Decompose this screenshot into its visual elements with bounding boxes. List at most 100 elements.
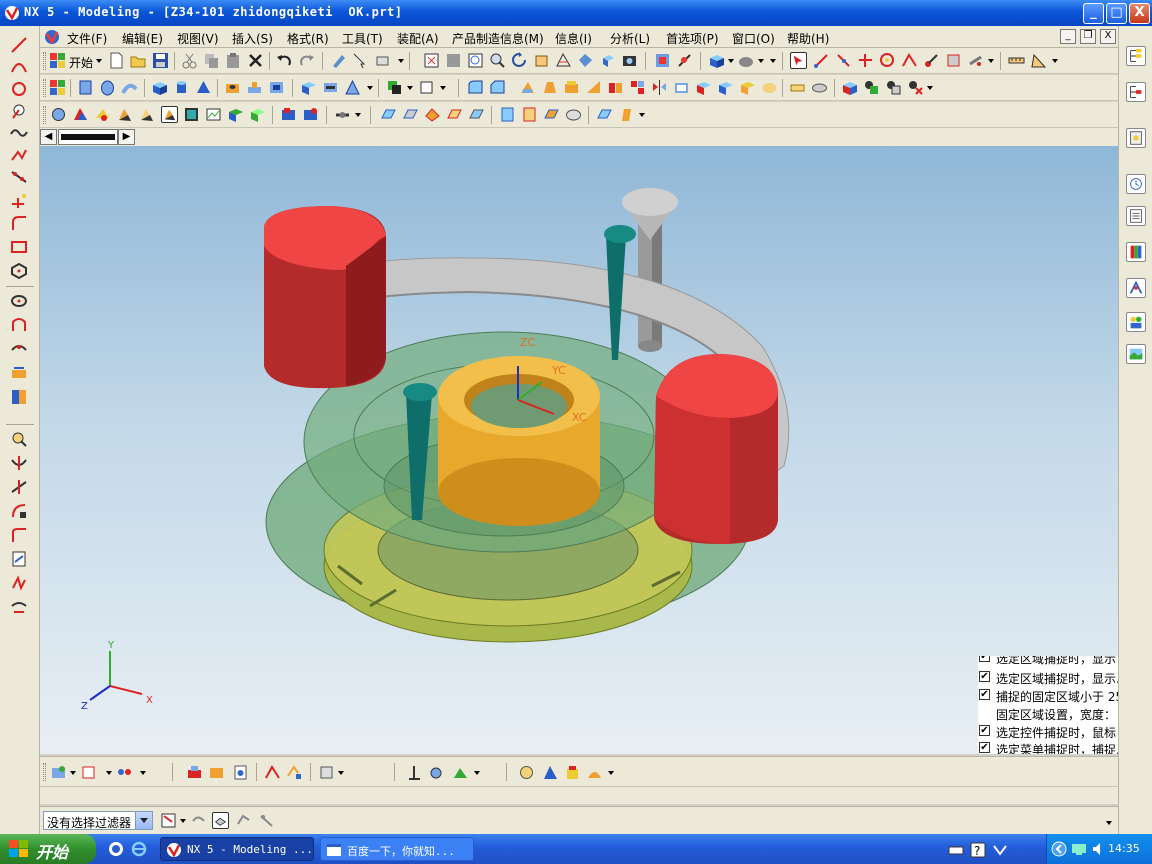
surface-tool-icon-7[interactable] <box>183 106 200 123</box>
help-tray-icon[interactable]: ? <box>970 842 986 858</box>
edge-blend-icon[interactable] <box>467 79 484 96</box>
shaded-icon[interactable] <box>599 52 616 69</box>
view-slider[interactable] <box>58 129 118 145</box>
surface-tool-icon-10[interactable] <box>249 106 266 123</box>
rotate-icon[interactable] <box>511 52 528 69</box>
datum-dropdown-arrow[interactable] <box>440 86 446 90</box>
bottom-tool-icon-11[interactable] <box>428 764 445 781</box>
bottom-tool-icon-16[interactable] <box>586 764 603 781</box>
slider-left-button[interactable]: ◀ <box>40 129 57 145</box>
hide-icon[interactable] <box>374 52 391 69</box>
surface-dropdown-arrow[interactable] <box>355 113 361 117</box>
rectangle-icon[interactable] <box>10 238 28 256</box>
zoom-area-icon[interactable] <box>445 52 462 69</box>
menu-window[interactable]: 窗口(O) <box>732 30 775 47</box>
deselect-icon[interactable] <box>190 812 207 829</box>
zoom-icon[interactable] <box>489 52 506 69</box>
freeform-icon-4[interactable] <box>446 106 463 123</box>
delete-icon[interactable] <box>247 52 264 69</box>
graphics-window[interactable]: ZC YC XC Y X Z ✔ 选定区域捕捉时，显示 ✔ 选定区域捕捉时，显示… <box>40 146 1118 754</box>
thicken-icon[interactable] <box>695 79 712 96</box>
select-body-icon[interactable] <box>212 812 229 829</box>
bottom-tool-icon-12[interactable] <box>452 764 469 781</box>
extrude-icon[interactable] <box>77 79 94 96</box>
bottom-tool-icon-4[interactable] <box>186 764 203 781</box>
doc-restore-button[interactable]: ❐ <box>1080 29 1096 44</box>
tray-expand-icon[interactable] <box>1051 841 1067 857</box>
bottom-tool-icon-1[interactable] <box>50 764 67 781</box>
wcs-icon[interactable] <box>676 52 693 69</box>
surface-tool-icon-13[interactable] <box>334 106 351 123</box>
curve-length-icon[interactable] <box>10 598 28 616</box>
intersect-curve-icon[interactable] <box>10 388 28 406</box>
menu-assembly[interactable]: 装配(A) <box>397 30 439 47</box>
paste-icon[interactable] <box>225 52 242 69</box>
surface-tool-icon-9[interactable] <box>227 106 244 123</box>
bottom-tool-icon-9[interactable] <box>318 764 335 781</box>
draft-icon[interactable] <box>541 79 558 96</box>
fillet-curve-icon[interactable] <box>10 214 28 232</box>
bottom-tool-icon-14[interactable] <box>542 764 559 781</box>
snap-point-icon-4[interactable] <box>879 52 896 69</box>
reuse-library-icon[interactable] <box>1126 128 1146 148</box>
freeform-icon-5[interactable] <box>468 106 485 123</box>
chevron-down-icon[interactable] <box>135 812 152 829</box>
instance-icon[interactable] <box>629 79 646 96</box>
keyboard-icon[interactable] <box>948 842 964 858</box>
snap-point-icon-6[interactable] <box>923 52 940 69</box>
volume-icon[interactable] <box>1091 841 1107 857</box>
sew-icon[interactable] <box>739 79 756 96</box>
surface-tool-icon-8[interactable] <box>205 106 222 123</box>
surface-tool-icon-5[interactable] <box>138 106 155 123</box>
measure-distance-icon[interactable] <box>1008 52 1025 69</box>
training-icon[interactable] <box>1126 278 1146 298</box>
start-menu-button[interactable]: 开始 <box>69 54 93 71</box>
surface-tool-icon-6[interactable] <box>161 106 178 123</box>
bottom-dropdown-arrow[interactable] <box>608 771 614 775</box>
start-dropdown-arrow[interactable] <box>96 59 102 63</box>
maximize-button[interactable]: □ <box>1106 3 1127 24</box>
bottom-dropdown-arrow[interactable] <box>106 771 112 775</box>
roles-icon[interactable] <box>1126 312 1146 332</box>
snap-dropdown-arrow[interactable] <box>988 59 994 63</box>
split-body-icon[interactable] <box>607 79 624 96</box>
edit-parameters-icon[interactable] <box>10 550 28 568</box>
bottom-tool-icon-5[interactable] <box>208 764 225 781</box>
pad-icon[interactable] <box>300 79 317 96</box>
assembly-navigator-icon[interactable] <box>1126 46 1146 66</box>
measure-angle-icon[interactable] <box>1030 52 1047 69</box>
new-file-icon[interactable] <box>108 52 125 69</box>
menu-insert[interactable]: 插入(S) <box>232 30 273 47</box>
fit-view-icon[interactable] <box>423 52 440 69</box>
face-blend-icon[interactable] <box>519 79 536 96</box>
undo-icon[interactable] <box>276 52 293 69</box>
freeform-icon-9[interactable] <box>565 106 582 123</box>
bottom-tool-icon-15[interactable] <box>564 764 581 781</box>
boss-icon[interactable] <box>246 79 263 96</box>
menu-preferences[interactable]: 首选项(P) <box>666 30 719 47</box>
system-materials-icon[interactable] <box>1126 206 1146 226</box>
doc-close-button[interactable]: X <box>1100 29 1116 44</box>
scope-dropdown-arrow[interactable] <box>180 819 186 823</box>
edit-fillet-icon[interactable] <box>10 526 28 544</box>
more-dropdown-arrow[interactable] <box>770 59 776 63</box>
menu-help[interactable]: 帮助(H) <box>787 30 829 47</box>
mirror-icon[interactable] <box>651 79 668 96</box>
bottom-tool-icon-13[interactable] <box>518 764 535 781</box>
unite-icon[interactable] <box>386 79 403 96</box>
bottom-tool-icon-3[interactable] <box>116 764 133 781</box>
trim-body-icon[interactable] <box>585 79 602 96</box>
patch-icon[interactable] <box>761 79 778 96</box>
restore-view-icon[interactable] <box>577 52 594 69</box>
project-curve-icon[interactable] <box>10 364 28 382</box>
surface-tool-icon-4[interactable] <box>116 106 133 123</box>
quicklaunch-browser-icon[interactable] <box>108 841 124 857</box>
bottom-dropdown-arrow[interactable] <box>140 771 146 775</box>
wrap-geometry-icon[interactable] <box>789 79 806 96</box>
polygon-icon[interactable] <box>10 262 28 280</box>
snap-point-icon-8[interactable] <box>967 52 984 69</box>
design-feature-dropdown-arrow[interactable] <box>367 86 373 90</box>
spline-icon[interactable] <box>10 124 28 142</box>
groove-icon[interactable] <box>344 79 361 96</box>
freeform-icon-8[interactable] <box>543 106 560 123</box>
